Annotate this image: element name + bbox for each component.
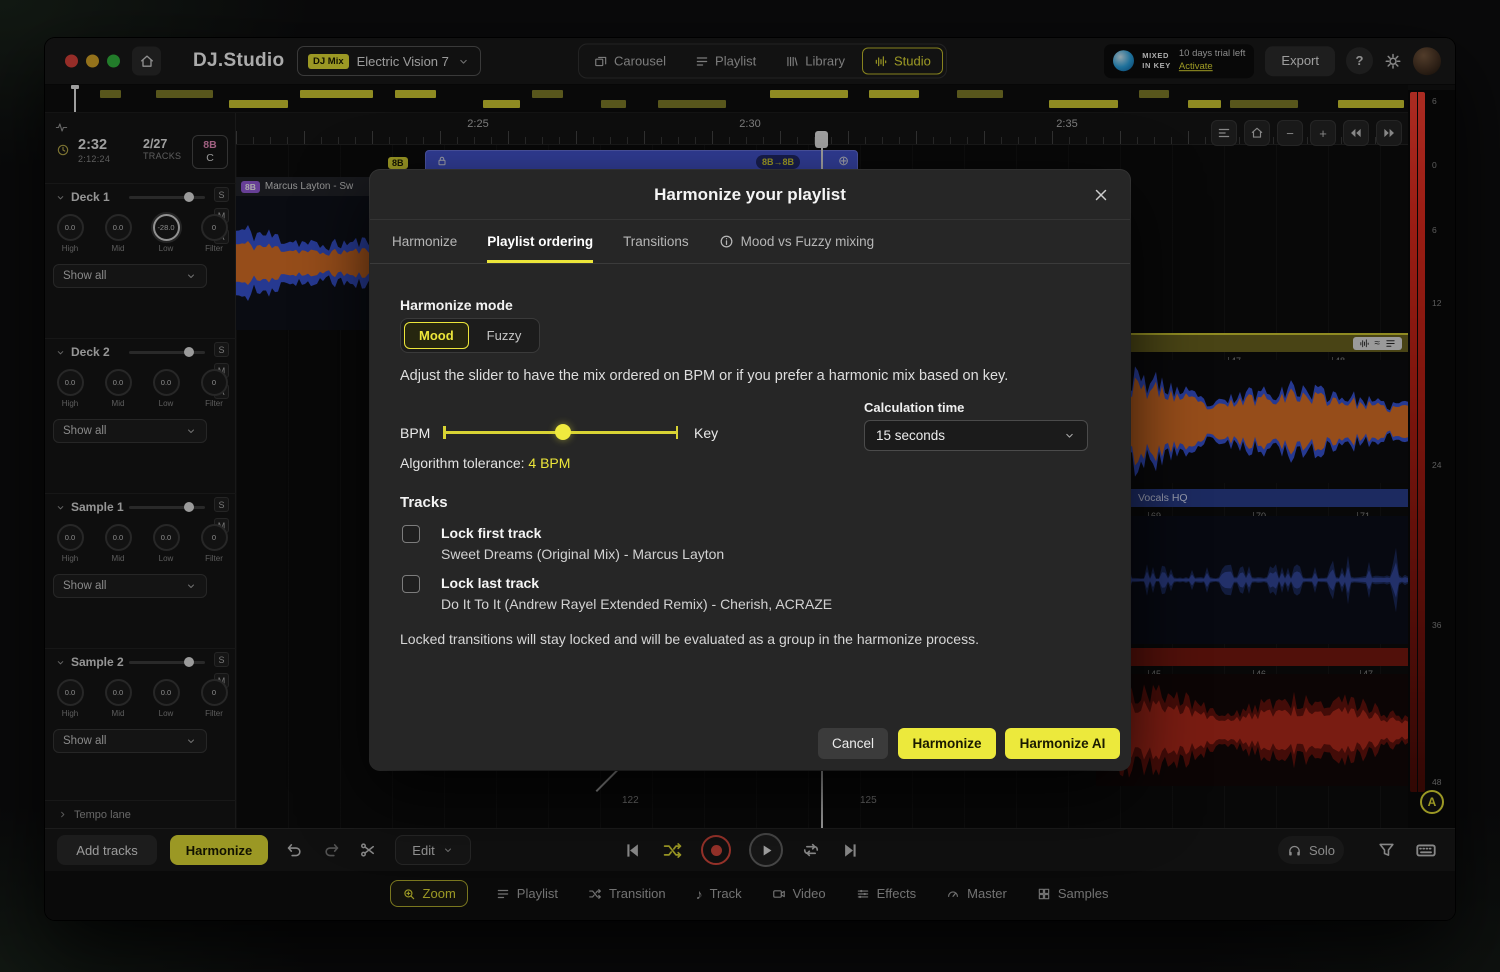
- tracks-heading: Tracks: [400, 494, 448, 511]
- info-icon: [719, 234, 734, 249]
- locked-transitions-note: Locked transitions will stay locked and …: [400, 631, 1090, 647]
- last-track-name: Do It To It (Andrew Rayel Extended Remix…: [441, 596, 832, 612]
- first-track-name: Sweet Dreams (Original Mix) - Marcus Lay…: [441, 546, 724, 562]
- slider-label-key: Key: [694, 425, 718, 441]
- calculation-time-label: Calculation time: [864, 400, 964, 415]
- lock-first-track-checkbox[interactable]: [402, 525, 420, 543]
- mode-fuzzy-button[interactable]: Fuzzy: [472, 322, 537, 349]
- tab-playlist-ordering[interactable]: Playlist ordering: [487, 220, 593, 263]
- tab-transitions[interactable]: Transitions: [623, 220, 689, 263]
- calculation-time-dropdown[interactable]: 15 seconds: [864, 420, 1088, 451]
- slider-cap-right: [676, 426, 679, 439]
- lock-last-track-label[interactable]: Lock last track: [441, 575, 539, 591]
- tab-harmonize[interactable]: Harmonize: [392, 220, 457, 263]
- lock-first-track-label[interactable]: Lock first track: [441, 525, 541, 541]
- chevron-down-icon: [1063, 429, 1076, 442]
- harmonize-modal: Harmonize your playlist Harmonize Playli…: [370, 170, 1130, 770]
- cancel-button[interactable]: Cancel: [818, 728, 888, 759]
- tolerance-value: 4 BPM: [528, 455, 570, 471]
- tab-mood-vs-fuzzy[interactable]: Mood vs Fuzzy mixing: [719, 220, 875, 263]
- app-window: DJ.Studio DJ Mix Electric Vision 7 Carou…: [45, 38, 1455, 920]
- lock-last-track-checkbox[interactable]: [402, 575, 420, 593]
- harmonize-mode-heading: Harmonize mode: [400, 297, 513, 313]
- modal-harmonize-button[interactable]: Harmonize: [898, 728, 996, 759]
- mode-toggle: Mood Fuzzy: [400, 318, 540, 353]
- harmonize-ai-button[interactable]: Harmonize AI: [1005, 728, 1120, 759]
- slider-label-bpm: BPM: [400, 425, 430, 441]
- mode-description: Adjust the slider to have the mix ordere…: [400, 368, 1090, 384]
- algorithm-tolerance: Algorithm tolerance: 4 BPM: [400, 455, 570, 471]
- modal-title: Harmonize your playlist: [370, 185, 1130, 205]
- close-icon: [1092, 186, 1110, 204]
- mode-mood-button[interactable]: Mood: [404, 322, 469, 349]
- slider-handle[interactable]: [555, 424, 571, 440]
- close-button[interactable]: [1090, 184, 1112, 206]
- modal-tabs: Harmonize Playlist ordering Transitions …: [370, 220, 1130, 264]
- bpm-key-slider[interactable]: [443, 422, 678, 442]
